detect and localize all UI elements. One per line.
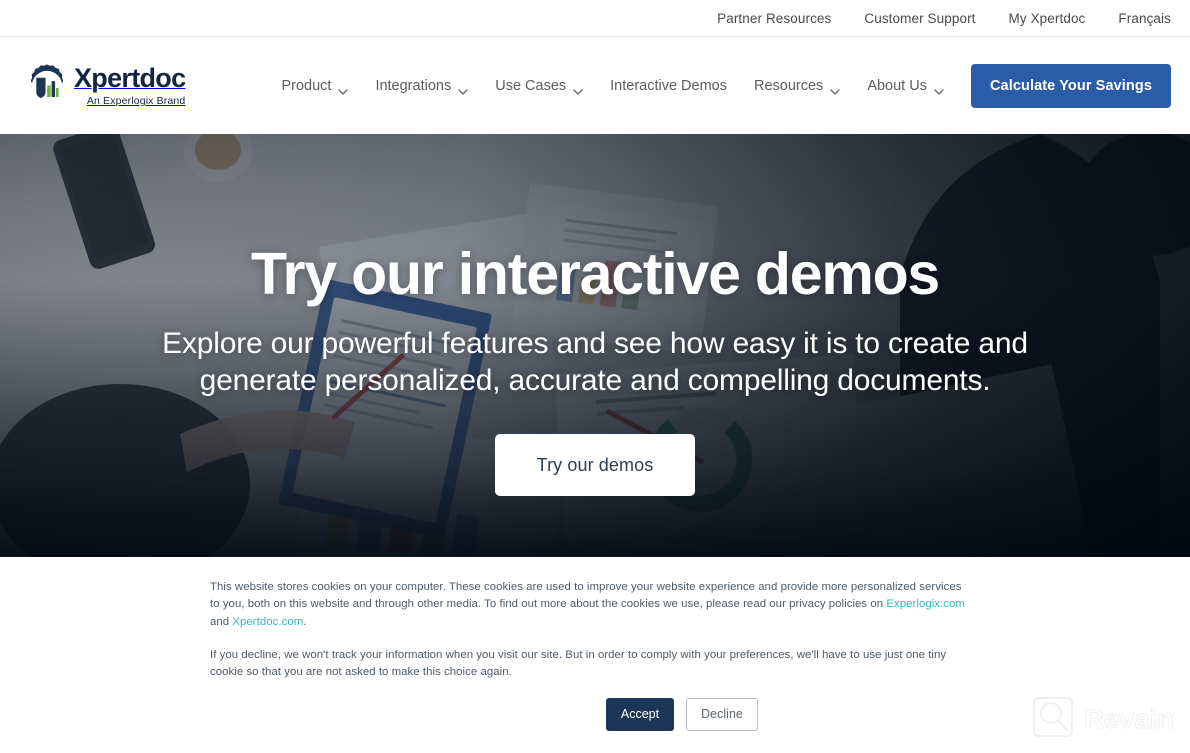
hero-title: Try our interactive demos	[250, 241, 940, 307]
nav-item-interactive-demos-label: Interactive Demos	[610, 77, 727, 94]
nav-item-use-cases-label: Use Cases	[495, 77, 567, 94]
main-header: Xpertdoc An Experlogix Brand Product Int…	[0, 37, 1190, 134]
gear-bar-chart-logo-icon	[24, 63, 70, 109]
hero-subtitle: Explore our powerful features and see ho…	[162, 326, 1028, 398]
utility-link-francais[interactable]: Français	[1118, 11, 1171, 26]
try-our-demos-button[interactable]: Try our demos	[495, 434, 695, 497]
cookie-consent-banner: This website stores cookies on your comp…	[0, 557, 1190, 753]
chevron-down-icon	[830, 83, 841, 95]
cookie-paragraph-1-end: .	[303, 615, 307, 628]
main-navigation: Product Integrations Use Cases Interacti…	[281, 77, 971, 95]
cookie-link-experlogix[interactable]: Experlogix.com	[886, 598, 965, 610]
revain-magnifier-icon	[1032, 696, 1074, 743]
nav-item-about-us-label: About Us	[867, 77, 927, 94]
cookie-banner-body: This website stores cookies on your comp…	[0, 557, 1190, 731]
logo-text-block: Xpertdoc An Experlogix Brand	[74, 62, 186, 107]
site-logo[interactable]: Xpertdoc An Experlogix Brand	[24, 63, 201, 109]
cookie-link-xpertdoc[interactable]: Xpertdoc.com	[232, 616, 303, 628]
hero-section: Try our interactive demos Explore our po…	[0, 134, 1190, 557]
nav-item-use-cases[interactable]: Use Cases	[495, 77, 583, 95]
nav-item-integrations[interactable]: Integrations	[375, 77, 468, 95]
nav-item-integrations-label: Integrations	[375, 77, 452, 94]
chevron-down-icon	[573, 83, 583, 95]
cookie-paragraph-2: If you decline, we won't track your info…	[210, 648, 947, 679]
hero-content: Try our interactive demos Explore our po…	[0, 134, 1190, 557]
chevron-down-icon	[934, 83, 944, 95]
nav-item-interactive-demos[interactable]: Interactive Demos	[610, 78, 727, 94]
utility-link-customer-support[interactable]: Customer Support	[864, 11, 975, 26]
cookie-banner-actions: Accept Decline	[210, 697, 974, 731]
nav-item-about-us[interactable]: About Us	[867, 77, 944, 95]
utility-top-bar: Partner Resources Customer Support My Xp…	[0, 0, 1190, 37]
nav-item-product[interactable]: Product	[281, 77, 349, 95]
calculate-your-savings-button[interactable]: Calculate Your Savings	[970, 63, 1171, 108]
nav-item-resources-label: Resources	[754, 77, 824, 94]
chevron-down-icon	[338, 83, 349, 95]
cookie-paragraph-1-conjunction: and	[210, 615, 233, 628]
chevron-down-icon	[458, 83, 468, 95]
utility-link-partner-resources[interactable]: Partner Resources	[717, 11, 831, 26]
nav-item-product-label: Product	[281, 77, 332, 94]
cookie-decline-button[interactable]: Decline	[686, 697, 758, 731]
logo-tagline: An Experlogix Brand	[86, 94, 186, 107]
cookie-paragraph-1: This website stores cookies on your comp…	[210, 579, 974, 631]
logo-wordmark: Xpertdoc	[74, 62, 186, 93]
nav-item-resources[interactable]: Resources	[754, 77, 841, 95]
revain-watermark: Revain	[1032, 696, 1174, 743]
revain-watermark-text: Revain	[1084, 704, 1175, 735]
cookie-accept-button[interactable]: Accept	[606, 697, 674, 731]
page-root: Partner Resources Customer Support My Xp…	[0, 0, 1190, 753]
cookie-paragraph-1-text: This website stores cookies on your comp…	[210, 581, 962, 611]
utility-link-my-xpertdoc[interactable]: My Xpertdoc	[1009, 11, 1086, 26]
